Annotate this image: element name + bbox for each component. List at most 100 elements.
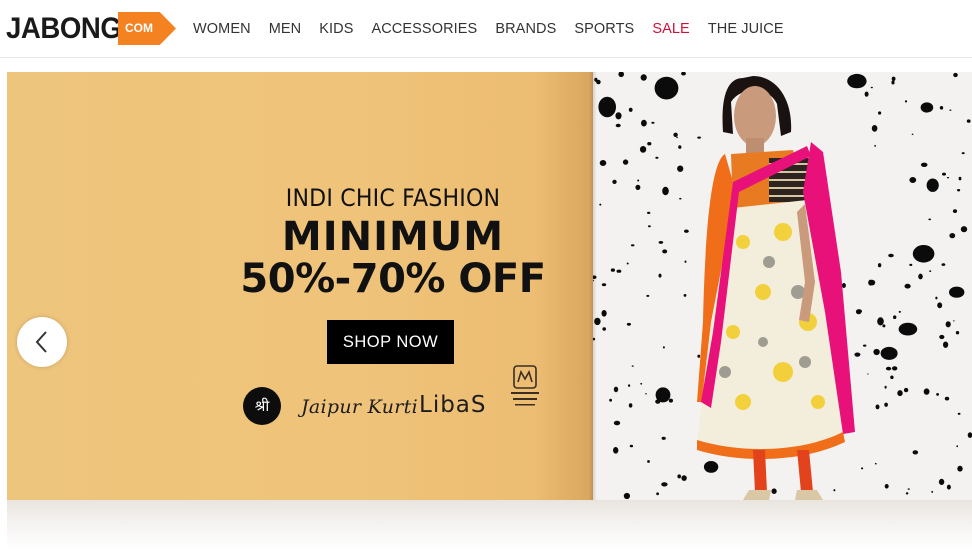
ink-splat: [953, 72, 958, 78]
panel-divider-shadow: [589, 72, 597, 500]
ink-splat: [599, 160, 607, 166]
ink-splat: [928, 218, 932, 221]
ink-splat: [877, 263, 882, 268]
ink-splat: [640, 74, 647, 81]
ink-splat: [861, 467, 864, 470]
ink-splat: [628, 107, 633, 112]
ink-splat: [903, 387, 909, 393]
ink-splat: [658, 241, 664, 244]
ink-splat: [647, 460, 650, 463]
ink-splat: [613, 420, 621, 426]
ink-splat: [640, 382, 643, 385]
ink-splat: [626, 262, 629, 265]
ink-splat: [961, 152, 965, 155]
nav-sports[interactable]: SPORTS: [574, 21, 634, 37]
ink-splat: [909, 263, 913, 266]
ink-splat: [658, 273, 662, 278]
ink-splat: [946, 484, 951, 490]
ink-splat: [926, 178, 939, 192]
ink-splat: [957, 412, 961, 415]
ink-splat: [877, 317, 884, 326]
ink-splat: [681, 72, 686, 76]
ink-splat: [923, 388, 930, 395]
ink-splat: [957, 189, 961, 192]
ink-splat: [628, 403, 633, 408]
ink-splat: [677, 165, 684, 172]
ink-splat: [677, 474, 681, 479]
jabong-logo[interactable]: JABONG COM: [6, 12, 176, 45]
ink-splat: [892, 366, 898, 371]
ink-splat: [841, 283, 846, 288]
ink-splat: [884, 402, 888, 407]
ink-splat: [651, 121, 655, 124]
nav-sale[interactable]: SALE: [652, 21, 689, 37]
ink-splat: [684, 260, 687, 263]
nav-kids[interactable]: KIDS: [319, 21, 353, 37]
ink-splat: [646, 294, 650, 297]
ink-splat: [937, 302, 943, 309]
banner-model-image: [593, 72, 972, 500]
banner-headline: INDI CHIC FASHION MINIMUM 50%-70% OFF: [233, 184, 553, 300]
ink-splat: [874, 462, 877, 465]
brand-logo-libas: LibaS: [419, 392, 487, 418]
shop-now-button[interactable]: SHOP NOW: [327, 320, 454, 364]
logo-wordmark: JABONG: [6, 12, 122, 45]
ink-splat: [771, 488, 777, 495]
banner-line-discount: 50%-70% OFF: [240, 256, 546, 302]
ink-splat: [654, 76, 679, 100]
ink-splat: [703, 461, 719, 473]
ink-splat: [614, 447, 617, 450]
model-figure: [697, 76, 855, 500]
nav-women[interactable]: WOMEN: [193, 21, 251, 37]
ink-splat: [956, 445, 958, 448]
ink-splat: [941, 263, 946, 266]
ink-splat: [628, 384, 631, 387]
ink-splat: [966, 119, 971, 123]
ink-splat: [641, 119, 647, 127]
ink-splat: [616, 269, 622, 273]
ink-splat: [955, 331, 960, 335]
ink-splat: [952, 209, 958, 214]
ink-splat: [622, 159, 629, 165]
ink-splat: [647, 211, 651, 214]
ink-splat: [907, 488, 910, 490]
ink-splat: [855, 309, 862, 315]
ink-splat: [911, 133, 914, 135]
banner-floor: [7, 500, 972, 549]
ink-splat: [931, 490, 934, 493]
ink-splat: [871, 125, 878, 132]
nav-men[interactable]: MEN: [269, 21, 302, 37]
ink-splat: [867, 373, 869, 375]
ink-splat: [854, 352, 861, 357]
nav-accessories[interactable]: ACCESSORIES: [371, 21, 477, 37]
ink-splat: [938, 478, 945, 485]
hero-banner[interactable]: INDI CHIC FASHION MINIMUM 50%-70% OFF SH…: [7, 72, 972, 549]
ink-splat: [673, 132, 678, 137]
site-header: JABONG COM WOMEN MEN KIDS ACCESSORIES BR…: [0, 0, 972, 58]
ink-splat: [618, 72, 624, 78]
ink-splat: [949, 233, 956, 239]
main-nav: WOMEN MEN KIDS ACCESSORIES BRANDS SPORTS…: [193, 0, 802, 58]
ink-splat: [683, 294, 687, 297]
nav-the-juice[interactable]: THE JUICE: [708, 21, 784, 37]
ink-splat: [912, 245, 935, 263]
ink-splat: [662, 346, 665, 349]
ink-splat: [637, 179, 640, 182]
ink-splat: [967, 432, 972, 438]
ink-splat: [920, 162, 928, 167]
ink-splat: [656, 492, 659, 496]
ink-splat: [882, 324, 886, 328]
ink-splat: [945, 321, 951, 328]
ink-splat: [888, 253, 894, 258]
ink-splat: [897, 390, 903, 397]
brand-logo-rain-rainbow-emblem: [511, 365, 539, 406]
ink-splat: [878, 111, 882, 115]
brand-logos: श्री Jaipur Kurti LibaS: [241, 364, 551, 430]
nav-brands[interactable]: BRANDS: [495, 21, 556, 37]
ink-splat: [863, 344, 867, 347]
ink-splat: [662, 249, 668, 254]
ink-splat: [884, 385, 887, 389]
ink-splat: [905, 492, 909, 495]
carousel-prev-button[interactable]: [17, 317, 67, 367]
ink-splat: [942, 172, 946, 176]
